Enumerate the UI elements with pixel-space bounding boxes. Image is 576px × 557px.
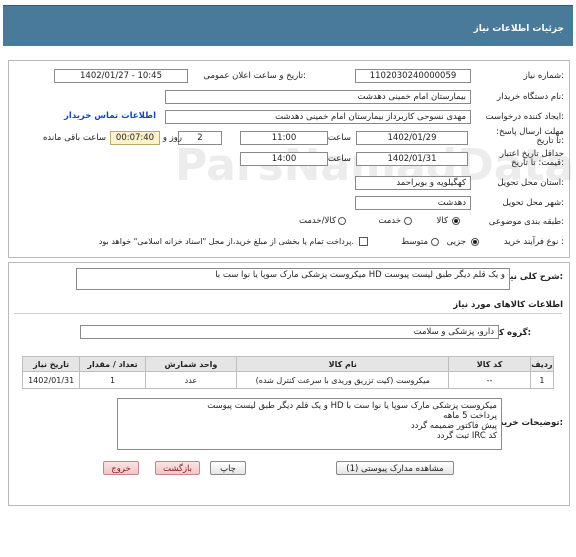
remaining-time-label: ساعت باقی مانده: [42, 133, 106, 143]
page-title: جزئیات اطلاعات نیاز: [473, 24, 564, 34]
days-remaining-field: 2: [178, 131, 222, 145]
process-medium-radio[interactable]: [431, 238, 439, 246]
process-type-label: نوع فرآیند خرید :: [503, 237, 564, 247]
buyer-notes-line: پیش فاکتور ضمیمه گردد: [410, 421, 497, 431]
treasury-payment-note: پرداخت تمام یا بخشی از مبلغ خرید،از محل …: [98, 237, 354, 246]
category-goods-service-radio[interactable]: [338, 217, 346, 225]
category-label: طبقه بندی موضوعی:: [488, 217, 564, 227]
province-field: کهگیلویه و بویراحمد: [355, 176, 471, 190]
validity-time-field: 14:00: [240, 152, 328, 166]
col-item-code: کد کالا: [448, 356, 531, 372]
creator-field: مهدی نسوحی کاربرداز بیمارستان امام خمینی…: [165, 110, 471, 124]
col-row-number: ردیف: [529, 356, 555, 372]
validity-label: حداقل تاریخ اعتبار قیمت: تا تاریخ:: [499, 149, 564, 168]
col-item-name: نام کالا: [236, 356, 450, 372]
cell-need-date: 1402/01/31: [21, 371, 81, 389]
table-row: 1402/01/31 1 عدد میکروست (کیت تزریق ورید…: [21, 371, 555, 389]
goods-section-title: اطلاعات کالاهای مورد نیاز: [453, 300, 563, 310]
exit-button[interactable]: خروج: [103, 461, 139, 475]
cell-unit: عدد: [144, 371, 238, 389]
deadline-time-label: ساعت: [327, 133, 351, 143]
deadline-time-field: 11:00: [240, 131, 328, 145]
buyer-label: نام دستگاه خریدار:: [497, 92, 564, 102]
need-number-field: 1102030240000059: [355, 69, 471, 83]
deadline-date-field: 1402/01/29: [356, 131, 468, 145]
creator-label: ایجاد کننده درخواست:: [485, 112, 564, 122]
announce-date-field: 1402/01/27 - 10:45: [54, 69, 188, 83]
description-field: میکروست پزشکی مارک سوپا یا نوا ست با HD …: [76, 268, 510, 290]
goods-table: تاریخ نیاز تعداد / مقدار واحد شمارش نام …: [21, 356, 555, 389]
days-label: روز و: [162, 133, 182, 143]
buyer-notes-line: پرداخت 5 ماهه: [443, 411, 497, 421]
goods-section-divider: [14, 313, 562, 314]
cell-quantity: 1: [79, 371, 146, 389]
validity-time-label: ساعت: [327, 154, 351, 164]
col-unit: واحد شمارش: [144, 356, 238, 372]
category-goods-service-label: کالا/خدمت: [299, 216, 336, 226]
print-button[interactable]: چاپ: [210, 461, 246, 475]
remaining-time-field: 00:07:40: [110, 131, 160, 145]
validity-date-field: 1402/01/31: [356, 152, 468, 166]
city-label: شهر محل تحویل:: [502, 198, 564, 208]
cell-item-code: --: [448, 371, 531, 389]
category-goods-label: کالا: [436, 216, 448, 226]
col-need-date: تاریخ نیاز: [21, 356, 81, 372]
col-quantity: تعداد / مقدار: [79, 356, 146, 372]
need-number-label: شماره نیاز:: [523, 71, 564, 81]
announce-date-label: تاریخ و ساعت اعلان عمومی:: [203, 71, 306, 81]
goods-group-field: دارو، پزشکی و سلامت: [80, 325, 499, 339]
cell-item-name: میکروست (کیت تزریق وریدی با سرعت کنترل ش…: [236, 371, 450, 389]
back-button[interactable]: بازگشت: [155, 461, 200, 475]
buyer-notes-line: کد IRC ثبت گردد: [436, 431, 497, 441]
buyer-notes-field: میکروست پزشکی مارک سوپا یا نوا ست با HD …: [117, 398, 502, 450]
goods-table-header: تاریخ نیاز تعداد / مقدار واحد شمارش نام …: [21, 356, 555, 372]
category-service-radio[interactable]: [404, 217, 412, 225]
process-minor-radio[interactable]: [471, 238, 479, 246]
view-attachments-button[interactable]: مشاهده مدارک پیوستی (1): [336, 461, 454, 475]
city-field: دهدشت: [355, 196, 471, 210]
cell-row-number: 1: [529, 371, 555, 389]
category-goods-radio[interactable]: [452, 217, 460, 225]
process-minor-label: جزیی: [446, 237, 466, 247]
treasury-payment-checkbox[interactable]: [359, 237, 368, 246]
description-label: شرح کلی نیاز:: [502, 272, 563, 282]
category-service-label: خدمت: [378, 216, 401, 226]
buyer-contact-link[interactable]: اطلاعات تماس خریدار: [60, 111, 160, 121]
buyer-field: بیمارستان امام خمینی دهدشت: [165, 90, 471, 104]
province-label: استان محل تحویل:: [497, 178, 564, 188]
process-medium-label: متوسط: [401, 237, 428, 247]
deadline-label: مهلت ارسال پاسخ: تا تاریخ:: [496, 127, 564, 146]
buyer-notes-line: میکروست پزشکی مارک سوپا یا نوا ست با HD …: [207, 401, 497, 411]
